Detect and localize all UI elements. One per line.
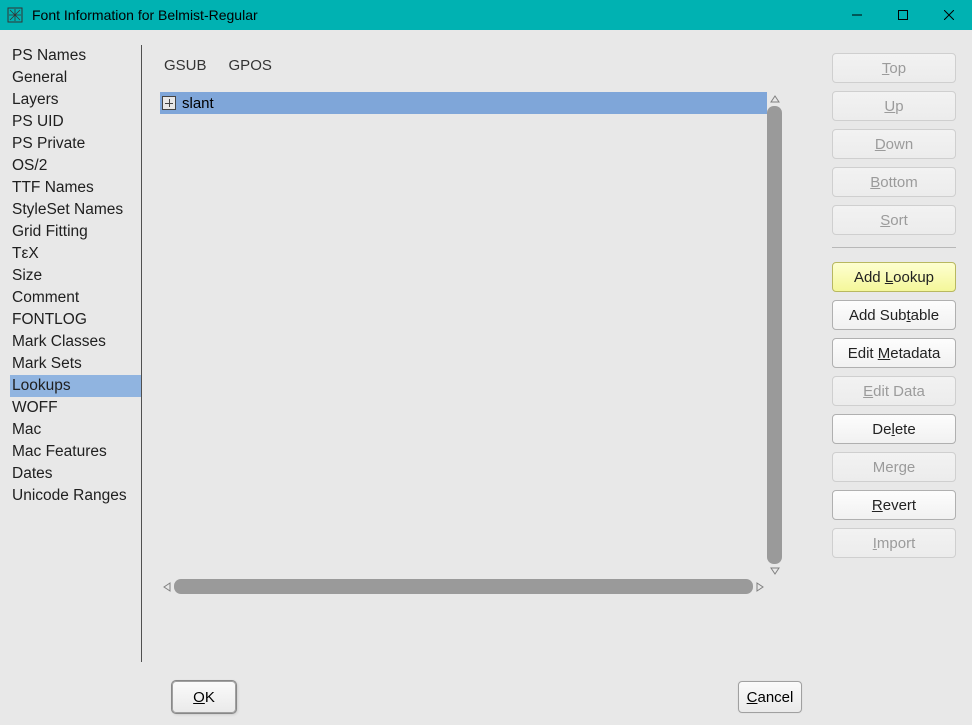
sidebar-item-comment[interactable]: Comment [10,287,141,309]
dialog-body: PS NamesGeneralLayersPS UIDPS PrivateOS/… [0,30,972,725]
sidebar-item-t-x[interactable]: TεX [10,243,141,265]
window-title: Font Information for Belmist-Regular [32,7,834,23]
scroll-right-icon[interactable] [753,579,767,594]
sidebar-item-os-2[interactable]: OS/2 [10,155,141,177]
sidebar-item-mac[interactable]: Mac [10,419,141,441]
vscroll-thumb[interactable] [767,106,782,564]
sidebar-item-ttf-names[interactable]: TTF Names [10,177,141,199]
sidebar-item-styleset-names[interactable]: StyleSet Names [10,199,141,221]
sidebar: PS NamesGeneralLayersPS UIDPS PrivateOS/… [10,45,142,662]
edit-metadata-button[interactable]: Edit Metadata [832,338,956,368]
right-button-column: Top Up Down Bottom Sort Add Lookup Add S… [832,45,962,662]
maximize-button[interactable] [880,0,926,30]
edit-data-button[interactable]: Edit Data [832,376,956,406]
tabs: GSUB GPOS [160,55,814,92]
import-button[interactable]: Import [832,528,956,558]
lookup-list[interactable]: slant [160,92,767,578]
scroll-down-icon[interactable] [767,564,782,578]
sidebar-item-ps-uid[interactable]: PS UID [10,111,141,133]
main-panel: GSUB GPOS slant [142,45,818,662]
scroll-up-icon[interactable] [767,92,782,106]
sidebar-item-mark-classes[interactable]: Mark Classes [10,331,141,353]
delete-button[interactable]: Delete [832,414,956,444]
up-button[interactable]: Up [832,91,956,121]
sidebar-item-lookups[interactable]: Lookups [10,375,141,397]
titlebar: Font Information for Belmist-Regular [0,0,972,30]
sidebar-item-layers[interactable]: Layers [10,89,141,111]
cancel-button[interactable]: Cancel [738,681,802,713]
scroll-left-icon[interactable] [160,579,174,594]
divider [832,247,956,248]
app-icon [6,6,24,24]
hscroll-thumb[interactable] [174,579,753,594]
tab-gsub[interactable]: GSUB [164,57,207,74]
sidebar-item-general[interactable]: General [10,67,141,89]
sidebar-item-mark-sets[interactable]: Mark Sets [10,353,141,375]
merge-button[interactable]: Merge [832,452,956,482]
down-button[interactable]: Down [832,129,956,159]
bottom-button[interactable]: Bottom [832,167,956,197]
vertical-scrollbar[interactable] [767,92,782,578]
minimize-button[interactable] [834,0,880,30]
tab-gpos[interactable]: GPOS [229,57,272,74]
expand-icon[interactable] [162,96,176,110]
sort-button[interactable]: Sort [832,205,956,235]
sidebar-item-ps-names[interactable]: PS Names [10,45,141,67]
top-button[interactable]: Top [832,53,956,83]
sidebar-item-unicode-ranges[interactable]: Unicode Ranges [10,485,141,507]
add-subtable-button[interactable]: Add Subtable [832,300,956,330]
sidebar-item-woff[interactable]: WOFF [10,397,141,419]
sidebar-item-grid-fitting[interactable]: Grid Fitting [10,221,141,243]
sidebar-item-size[interactable]: Size [10,265,141,287]
horizontal-scrollbar[interactable] [160,579,767,594]
lookup-list-area: slant [160,92,782,594]
close-button[interactable] [926,0,972,30]
sidebar-item-mac-features[interactable]: Mac Features [10,441,141,463]
add-lookup-button[interactable]: Add Lookup [832,262,956,292]
ok-button[interactable]: OK [172,681,236,713]
revert-button[interactable]: Revert [832,490,956,520]
sidebar-item-ps-private[interactable]: PS Private [10,133,141,155]
window-buttons [834,0,972,30]
sidebar-item-dates[interactable]: Dates [10,463,141,485]
bottom-bar: OK Cancel [10,675,962,719]
lookup-name: slant [182,95,214,112]
sidebar-item-fontlog[interactable]: FONTLOG [10,309,141,331]
list-item[interactable]: slant [160,92,767,114]
